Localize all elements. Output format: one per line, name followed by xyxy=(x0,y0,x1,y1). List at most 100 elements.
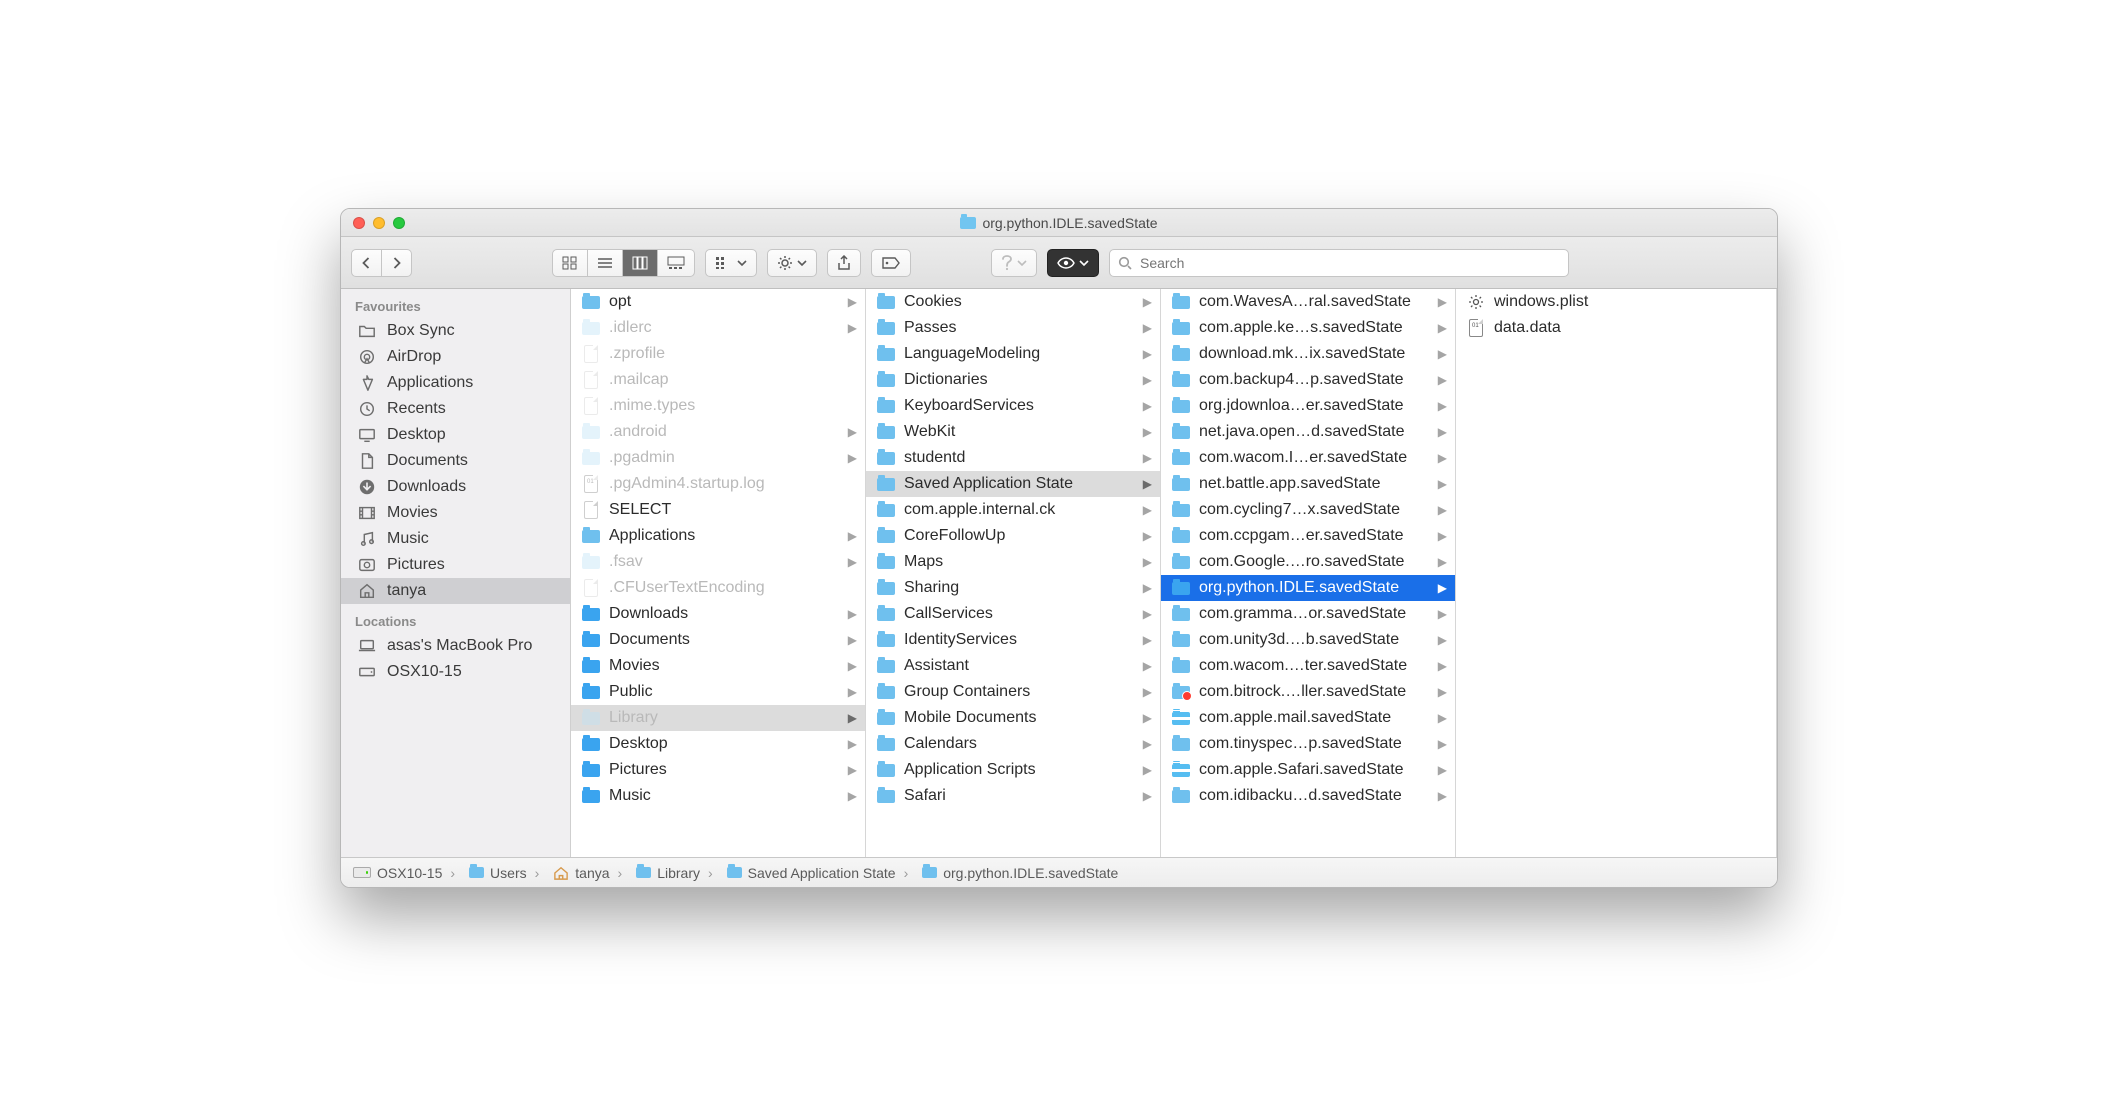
column-2[interactable]: Cookies▶Passes▶LanguageModeling▶Dictiona… xyxy=(866,289,1161,857)
path-component[interactable]: Saved Application State xyxy=(700,865,896,881)
path-component[interactable]: Library xyxy=(610,865,700,881)
list-item[interactable]: Movies▶ xyxy=(571,653,865,679)
list-item[interactable]: Public▶ xyxy=(571,679,865,705)
sidebar-item-recents[interactable]: Recents xyxy=(341,396,570,422)
column-3[interactable]: com.WavesA…ral.savedState▶com.apple.ke…s… xyxy=(1161,289,1456,857)
list-item[interactable]: KeyboardServices▶ xyxy=(866,393,1160,419)
view-gallery-button[interactable] xyxy=(658,249,695,277)
list-item[interactable]: Library▶ xyxy=(571,705,865,731)
list-item[interactable]: Saved Application State▶ xyxy=(866,471,1160,497)
list-item[interactable]: Desktop▶ xyxy=(571,731,865,757)
list-item[interactable]: .zprofile xyxy=(571,341,865,367)
sidebar-item-airdrop[interactable]: AirDrop xyxy=(341,344,570,370)
list-item[interactable]: org.jdownloa…er.savedState▶ xyxy=(1161,393,1455,419)
list-item[interactable]: com.backup4…p.savedState▶ xyxy=(1161,367,1455,393)
list-item[interactable]: Calendars▶ xyxy=(866,731,1160,757)
list-item[interactable]: WebKit▶ xyxy=(866,419,1160,445)
sidebar-item-tanya[interactable]: tanya xyxy=(341,578,570,604)
column-4[interactable]: windows.plistdata.data xyxy=(1456,289,1777,857)
sidebar-item-pictures[interactable]: Pictures xyxy=(341,552,570,578)
list-item[interactable]: .mailcap xyxy=(571,367,865,393)
list-item[interactable]: CoreFollowUp▶ xyxy=(866,523,1160,549)
list-item[interactable]: com.idibacku…d.savedState▶ xyxy=(1161,783,1455,809)
forward-button[interactable] xyxy=(382,249,412,277)
close-window-button[interactable] xyxy=(353,217,365,229)
sidebar-item-downloads[interactable]: Downloads xyxy=(341,474,570,500)
list-item[interactable]: net.battle.app.savedState▶ xyxy=(1161,471,1455,497)
list-item[interactable]: Music▶ xyxy=(571,783,865,809)
list-item[interactable]: Sharing▶ xyxy=(866,575,1160,601)
list-item[interactable]: Maps▶ xyxy=(866,549,1160,575)
list-item[interactable]: Passes▶ xyxy=(866,315,1160,341)
list-item[interactable]: com.unity3d.…b.savedState▶ xyxy=(1161,627,1455,653)
list-item[interactable]: com.gramma…or.savedState▶ xyxy=(1161,601,1455,627)
list-item[interactable]: CallServices▶ xyxy=(866,601,1160,627)
path-component[interactable]: OSX10-15 xyxy=(353,865,442,881)
sidebar-item-asas-s-macbook-pro[interactable]: asas's MacBook Pro xyxy=(341,633,570,659)
list-item[interactable]: Pictures▶ xyxy=(571,757,865,783)
list-item[interactable]: Assistant▶ xyxy=(866,653,1160,679)
group-by-button[interactable] xyxy=(705,249,757,277)
view-icons-button[interactable] xyxy=(552,249,588,277)
list-item[interactable]: SELECT xyxy=(571,497,865,523)
sidebar-item-documents[interactable]: Documents xyxy=(341,448,570,474)
list-item[interactable]: .android▶ xyxy=(571,419,865,445)
column-1[interactable]: opt▶.idlerc▶.zprofile.mailcap.mime.types… xyxy=(571,289,866,857)
list-item[interactable]: com.apple.Safari.savedState▶ xyxy=(1161,757,1455,783)
path-component[interactable]: Users xyxy=(442,865,526,881)
list-item[interactable]: Mobile Documents▶ xyxy=(866,705,1160,731)
list-item[interactable]: com.bitrock.…ller.savedState▶ xyxy=(1161,679,1455,705)
list-item[interactable]: .pgAdmin4.startup.log xyxy=(571,471,865,497)
list-item[interactable]: Cookies▶ xyxy=(866,289,1160,315)
list-item[interactable]: net.java.open…d.savedState▶ xyxy=(1161,419,1455,445)
list-item[interactable]: data.data xyxy=(1456,315,1776,341)
list-item[interactable]: com.cycling7…x.savedState▶ xyxy=(1161,497,1455,523)
list-item[interactable]: Downloads▶ xyxy=(571,601,865,627)
path-component[interactable]: tanya xyxy=(527,865,610,881)
list-item[interactable]: .pgadmin▶ xyxy=(571,445,865,471)
action-menu-button[interactable] xyxy=(767,249,817,277)
list-item[interactable]: Applications▶ xyxy=(571,523,865,549)
list-item[interactable]: download.mk…ix.savedState▶ xyxy=(1161,341,1455,367)
search-field[interactable] xyxy=(1109,249,1569,277)
list-item[interactable]: Application Scripts▶ xyxy=(866,757,1160,783)
sidebar-item-box-sync[interactable]: Box Sync xyxy=(341,318,570,344)
list-item[interactable]: com.wacom.I…er.savedState▶ xyxy=(1161,445,1455,471)
path-component[interactable]: org.python.IDLE.savedState xyxy=(896,865,1119,881)
sidebar-item-music[interactable]: Music xyxy=(341,526,570,552)
list-item[interactable]: IdentityServices▶ xyxy=(866,627,1160,653)
list-item[interactable]: Documents▶ xyxy=(571,627,865,653)
list-item[interactable]: LanguageModeling▶ xyxy=(866,341,1160,367)
list-item[interactable]: com.apple.ke…s.savedState▶ xyxy=(1161,315,1455,341)
list-item[interactable]: com.ccpgam…er.savedState▶ xyxy=(1161,523,1455,549)
list-item[interactable]: com.tinyspec…p.savedState▶ xyxy=(1161,731,1455,757)
zoom-window-button[interactable] xyxy=(393,217,405,229)
list-item[interactable]: opt▶ xyxy=(571,289,865,315)
list-item[interactable]: org.python.IDLE.savedState▶ xyxy=(1161,575,1455,601)
list-item[interactable]: com.apple.internal.ck▶ xyxy=(866,497,1160,523)
list-item[interactable]: Safari▶ xyxy=(866,783,1160,809)
list-item[interactable]: .CFUserTextEncoding xyxy=(571,575,865,601)
sidebar-item-applications[interactable]: Applications xyxy=(341,370,570,396)
list-item[interactable]: com.apple.mail.savedState▶ xyxy=(1161,705,1455,731)
list-item[interactable]: windows.plist xyxy=(1456,289,1776,315)
list-item[interactable]: studentd▶ xyxy=(866,445,1160,471)
help-button[interactable] xyxy=(991,249,1037,277)
list-item[interactable]: com.wacom.…ter.savedState▶ xyxy=(1161,653,1455,679)
visibility-toggle-button[interactable] xyxy=(1047,249,1099,277)
list-item[interactable]: com.Google.…ro.savedState▶ xyxy=(1161,549,1455,575)
share-button[interactable] xyxy=(827,249,861,277)
list-item[interactable]: Group Containers▶ xyxy=(866,679,1160,705)
back-button[interactable] xyxy=(351,249,382,277)
search-input[interactable] xyxy=(1138,254,1560,272)
tags-button[interactable] xyxy=(871,249,911,277)
list-item[interactable]: .fsav▶ xyxy=(571,549,865,575)
sidebar-item-movies[interactable]: Movies xyxy=(341,500,570,526)
list-item[interactable]: Dictionaries▶ xyxy=(866,367,1160,393)
minimize-window-button[interactable] xyxy=(373,217,385,229)
sidebar-item-desktop[interactable]: Desktop xyxy=(341,422,570,448)
view-list-button[interactable] xyxy=(588,249,623,277)
list-item[interactable]: .idlerc▶ xyxy=(571,315,865,341)
view-columns-button[interactable] xyxy=(623,249,658,277)
sidebar-item-osx10-15[interactable]: OSX10-15 xyxy=(341,659,570,685)
